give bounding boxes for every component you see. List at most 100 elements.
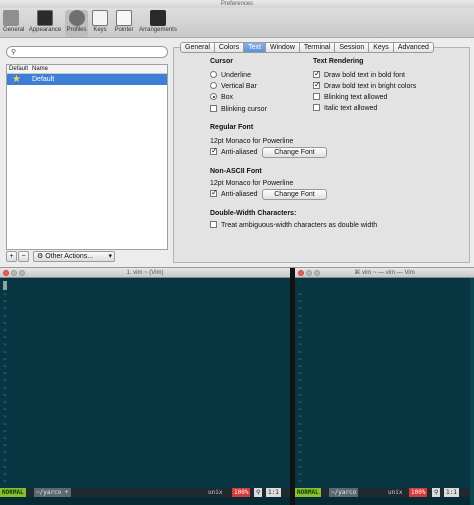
profile-row-default[interactable]: ★ Default [7,74,167,85]
tilde-marker: ~ [298,413,302,421]
checkbox[interactable] [313,69,321,78]
vim-left-titlebar: 1. vim ~ (Vim) [0,268,290,278]
radio-button[interactable] [210,93,217,100]
preferences-window: Preferences General Appearance Profiles … [0,0,474,268]
tilde-marker: ~ [298,456,302,464]
mode-indicator: NORMAL [295,488,321,497]
toolbar-profiles[interactable]: Profiles [65,10,88,37]
close-icon[interactable] [3,270,9,276]
column-default[interactable]: Default [9,65,28,74]
vim-left-buffer[interactable]: ~ ~ ~ ~ ~ ~ ~ ~ ~ ~ ~ ~ ~ ~ ~ ~ ~ ~ ~ ~ ~ ~ ~ ~ ~ ~ ~ [0,279,290,487]
regular-change-font-button[interactable]: Change Font [262,147,327,158]
tab-text[interactable]: Text [244,42,266,53]
tab-general[interactable]: General [180,42,215,53]
tilde-marker: ~ [298,377,302,385]
tilde-marker: ~ [298,449,302,457]
italic-text-checkbox[interactable]: Italic text allowed [313,104,377,113]
tilde-marker: ~ [3,327,7,334]
checkbox[interactable] [210,146,218,155]
checkbox[interactable] [313,80,321,89]
tilde-marker: ~ [298,406,302,414]
cursor-box-option[interactable]: Box [210,93,233,102]
mode-indicator: NORMAL [0,488,26,497]
other-actions-menu[interactable]: ⚙ Other Actions... ▾ [33,251,115,262]
tilde-marker: ~ [298,384,302,392]
option-label: Italic text allowed [324,105,378,112]
add-profile-button[interactable]: + [6,251,17,262]
checkbox[interactable] [313,93,320,100]
non-ascii-change-font-button[interactable]: Change Font [262,189,327,200]
profile-list-header: Default Name [7,65,167,74]
tab-session[interactable]: Session [335,42,370,53]
minimize-icon[interactable] [11,270,17,276]
tilde-marker: ~ [298,298,302,306]
tab-keys[interactable]: Keys [369,42,394,53]
tilde-marker: ~ [3,291,7,298]
regular-anti-aliased-checkbox[interactable]: Anti-aliased [210,146,258,157]
vim-window-right[interactable]: ⌘ vim ~ — vim — Vim ~ ~ ~ ~ ~ ~ ~ ~ ~ ~ ~ ~ ~ ~ ~ ~ ~ ~ ~ ~… [295,268,474,505]
option-label: Anti-aliased [221,149,258,156]
bold-bright-checkbox[interactable]: Draw bold text in bright colors [313,80,416,91]
zoom-icon[interactable] [19,270,25,276]
fileformat-indicator: unix [208,489,223,496]
tilde-marker: ~ [3,420,7,428]
profile-tabs: General Colors Text Window Terminal Sess… [180,42,434,53]
path-indicator: ~/yarco [329,488,359,497]
bold-font-checkbox[interactable]: Draw bold text in bold font [313,69,405,80]
star-icon[interactable]: ★ [12,74,21,85]
minimize-icon[interactable] [306,270,312,276]
checkbox[interactable] [210,221,217,228]
blinking-text-checkbox[interactable]: Blinking text allowed [313,93,387,102]
vim-right-buffer[interactable]: ~ ~ ~ ~ ~ ~ ~ ~ ~ ~ ~ ~ ~ ~ ~ ~ ~ ~ ~ ~ ~ ~ ~ ~ ~ ~ ~ [295,279,474,487]
arrangements-icon [150,10,166,26]
vim-window-left[interactable]: 1. vim ~ (Vim) ~ ~ ~ ~ ~ ~ ~ ~ ~ ~ ~ ~ ~ ~ ~ ~ ~ ~ ~ ~ ~ ~ ~ ~ ~… [0,268,290,505]
tilde-marker: ~ [298,341,302,349]
tab-advanced[interactable]: Advanced [393,42,434,53]
cursor-underline-option[interactable]: Underline [210,71,251,80]
vim-left-title: 1. vim ~ (Vim) [126,270,164,276]
tilde-marker: ~ [298,370,302,378]
toolbar-keys[interactable]: Keys [91,10,109,37]
tilde-marker: ~ [298,312,302,320]
profile-search-input[interactable]: ⚲ [6,46,168,58]
radio-button[interactable] [210,82,217,89]
zoom-icon[interactable] [314,270,320,276]
double-width-checkbox[interactable]: Treat ambiguous-width characters as doub… [210,221,377,230]
vim-left-cmdline[interactable] [0,497,290,505]
window-title: Preferences [0,0,474,8]
regular-font-heading: Regular Font [210,124,254,131]
checkbox[interactable] [313,104,320,111]
vim-right-title: ⌘ vim ~ — vim — Vim [354,270,415,276]
column-name[interactable]: Name [32,65,48,74]
vim-right-cmdline[interactable] [295,497,474,505]
checkbox[interactable] [210,105,217,112]
close-icon[interactable] [298,270,304,276]
lock-icon: ⚲ [254,488,263,497]
toolbar-arrangements[interactable]: Arrangements [138,10,178,37]
tilde-marker: ~ [3,413,7,421]
tilde-marker: ~ [3,312,7,320]
radio-button[interactable] [210,71,217,78]
tilde-marker: ~ [298,420,302,428]
cursor-vertical-bar-option[interactable]: Vertical Bar [210,82,257,91]
option-label: Vertical Bar [221,83,257,90]
non-ascii-anti-aliased-checkbox[interactable]: Anti-aliased [210,188,258,199]
chevron-down-icon: ▾ [108,253,112,260]
vim-scrollbar[interactable] [470,278,474,505]
tilde-marker: ~ [3,377,7,385]
percent-indicator: 100% [409,488,428,497]
tilde-marker: ~ [3,391,7,399]
tab-window[interactable]: Window [265,42,300,53]
blinking-cursor-checkbox[interactable]: Blinking cursor [210,105,267,114]
tilde-marker: ~ [3,456,7,464]
toolbar-general[interactable]: General [3,10,24,37]
toolbar-appearance[interactable]: Appearance [28,10,62,37]
remove-profile-button[interactable]: − [18,251,29,262]
switch-icon [3,10,19,26]
tab-colors[interactable]: Colors [214,42,245,53]
tilde-marker: ~ [298,463,302,471]
tab-terminal[interactable]: Terminal [299,42,336,53]
toolbar-pointer[interactable]: Pointer [112,10,136,37]
profile-list[interactable]: Default Name ★ Default [6,64,168,250]
checkbox[interactable] [210,188,218,197]
